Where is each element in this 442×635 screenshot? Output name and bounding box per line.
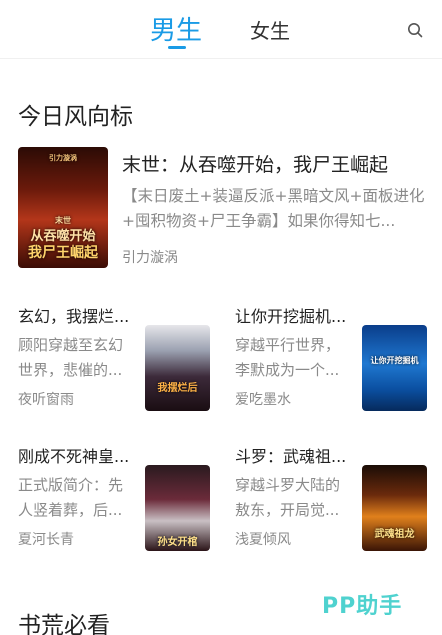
featured-book-description: 【末日废土+装逼反派+黑暗文风+面板进化+囤积物资+尸王争霸】如果你得知七... [122,187,425,230]
book-description: 正式版简介：先人竖着葬，后... [18,476,124,519]
header-divider [0,58,442,59]
top-tab-bar: 男生 女生 [0,0,442,56]
featured-book-title: 末世：从吞噬开始，我尸王崛起 [122,154,389,176]
book-description: 顾阳穿越至玄幻世界，悲催的... [18,336,124,379]
cover-title: 孙女开棺 [157,537,198,548]
book-title: 刚成不死神皇... [18,447,130,466]
tab-active-indicator [168,46,186,49]
featured-book-cover: 引力漩涡 末世 从吞噬开始 我尸王崛起 [18,147,108,268]
search-icon[interactable] [407,22,423,38]
tab-male[interactable]: 男生 [150,10,202,47]
book-card[interactable]: 玄幻，我摆烂... 顾阳穿越至玄幻世界，悲催的... 夜听窗雨 我摆烂后 [18,303,218,423]
book-title: 让你开挖掘机... [235,307,347,326]
book-card[interactable]: 让你开挖掘机... 穿越平行世界，李默成为一个... 爱吃墨水 让你开挖掘机 [235,303,435,423]
book-card[interactable]: 斗罗：武魂祖... 穿越斗罗大陆的敖东，开局觉... 浅夏倾风 武魂祖龙 [235,443,435,563]
section-title-must-read: 书荒必看 [18,613,110,635]
book-description: 穿越平行世界，李默成为一个... [235,336,341,379]
tab-female[interactable]: 女生 [250,15,290,44]
cover-title-line2: 我尸王崛起 [28,245,98,261]
book-title: 玄幻，我摆烂... [18,307,130,326]
cover-publisher: 引力漩涡 [49,154,77,162]
book-cover: 武魂祖龙 [362,465,427,551]
book-author: 浅夏倾风 [235,532,291,548]
book-author: 夜听窗雨 [18,392,74,408]
cover-title: 让你开挖掘机 [370,356,419,365]
book-cover: 我摆烂后 [145,325,210,411]
section-title-today: 今日风向标 [18,104,133,130]
book-cover: 让你开挖掘机 [362,325,427,411]
featured-book[interactable]: 引力漩涡 末世 从吞噬开始 我尸王崛起 末世：从吞噬开始，我尸王崛起 【末日废土… [18,147,428,272]
featured-book-author: 引力漩涡 [122,250,178,266]
pp-assistant-watermark: PP助手 [322,594,403,619]
book-title: 斗罗：武魂祖... [235,447,347,466]
cover-title: 我摆烂后 [157,383,198,394]
book-card[interactable]: 刚成不死神皇... 正式版简介：先人竖着葬，后... 夏河长青 孙女开棺 [18,443,218,563]
book-description: 穿越斗罗大陆的敖东，开局觉... [235,476,341,519]
book-cover: 孙女开棺 [145,465,210,551]
book-author: 爱吃墨水 [235,392,291,408]
book-author: 夏河长青 [18,532,74,548]
cover-title: 武魂祖龙 [374,529,415,540]
